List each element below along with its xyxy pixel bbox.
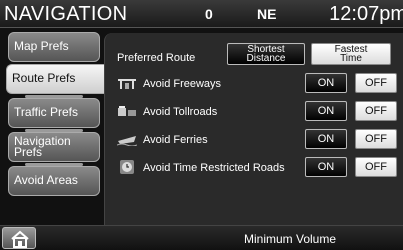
shortest-distance-label: Shortest Distance: [246, 44, 286, 64]
freeway-icon: [118, 79, 136, 89]
tab-traffic-prefs[interactable]: Traffic Prefs: [8, 95, 100, 128]
tab-label: Traffic Prefs: [14, 105, 79, 119]
avoid-time-restricted-off-button[interactable]: OFF: [355, 157, 397, 177]
avoid-freeways-off-button[interactable]: OFF: [355, 73, 397, 93]
avoid-time-restricted-label: Avoid Time Restricted Roads: [143, 162, 285, 174]
on-label: ON: [317, 77, 335, 89]
tab-grip: [25, 129, 83, 132]
on-label: ON: [317, 133, 335, 145]
tab-avoid-areas[interactable]: Avoid Areas: [8, 163, 100, 196]
avoid-tollroads-label: Avoid Tollroads: [143, 106, 218, 118]
avoid-freeways-on-button[interactable]: ON: [305, 73, 347, 93]
fastest-time-button[interactable]: Fastest Time: [311, 43, 391, 65]
avoid-ferries-on-button[interactable]: ON: [305, 129, 347, 149]
compass-heading: NE: [257, 6, 277, 22]
shortest-distance-button[interactable]: Shortest Distance: [227, 43, 305, 65]
clock: 12:07pm: [329, 3, 403, 25]
tab-navigation-prefs[interactable]: Navigation Prefs: [8, 129, 100, 162]
fastest-time-label: Fastest Time: [334, 44, 368, 64]
avoid-time-restricted-on-button[interactable]: ON: [305, 157, 347, 177]
tab-label: Navigation Prefs: [14, 134, 71, 159]
tab-label: Avoid Areas: [14, 173, 78, 187]
avoid-tollroads-on-button[interactable]: ON: [305, 101, 347, 121]
home-icon: [11, 230, 29, 248]
off-label: OFF: [365, 105, 387, 117]
off-label: OFF: [365, 133, 387, 145]
off-label: OFF: [365, 161, 387, 173]
tab-grip: [25, 95, 83, 98]
avoid-tollroads-off-button[interactable]: OFF: [355, 101, 397, 121]
tab-grip: [25, 163, 83, 166]
preferred-route-label: Preferred Route: [117, 52, 196, 64]
tab-route-prefs[interactable]: Route Prefs: [6, 64, 110, 94]
screen-title: NAVIGATION: [4, 3, 128, 25]
tab-map-prefs[interactable]: Map Prefs: [8, 32, 100, 62]
avoid-ferries-label: Avoid Ferries: [143, 134, 208, 146]
time-restricted-icon: [120, 160, 134, 174]
volume-status: Minimum Volume: [244, 232, 337, 246]
navigation-screen: NAVIGATION 0 NE 12:07pm Map Prefs Route …: [0, 0, 403, 250]
on-label: ON: [317, 105, 335, 117]
tollroad-icon: [118, 106, 136, 116]
signal-indicator: 0: [205, 6, 213, 22]
header-bar: NAVIGATION 0 NE 12:07pm: [0, 0, 403, 28]
tab-label: Map Prefs: [14, 39, 69, 53]
off-label: OFF: [365, 77, 387, 89]
avoid-ferries-off-button[interactable]: OFF: [355, 129, 397, 149]
on-label: ON: [317, 161, 335, 173]
ferry-icon: [117, 136, 137, 146]
home-button[interactable]: [2, 227, 36, 249]
avoid-freeways-label: Avoid Freeways: [143, 78, 222, 90]
route-prefs-panel: Preferred Route Shortest Distance Fastes…: [104, 33, 403, 225]
bottom-bar: Minimum Volume: [0, 225, 403, 250]
tab-label: Route Prefs: [12, 71, 76, 85]
